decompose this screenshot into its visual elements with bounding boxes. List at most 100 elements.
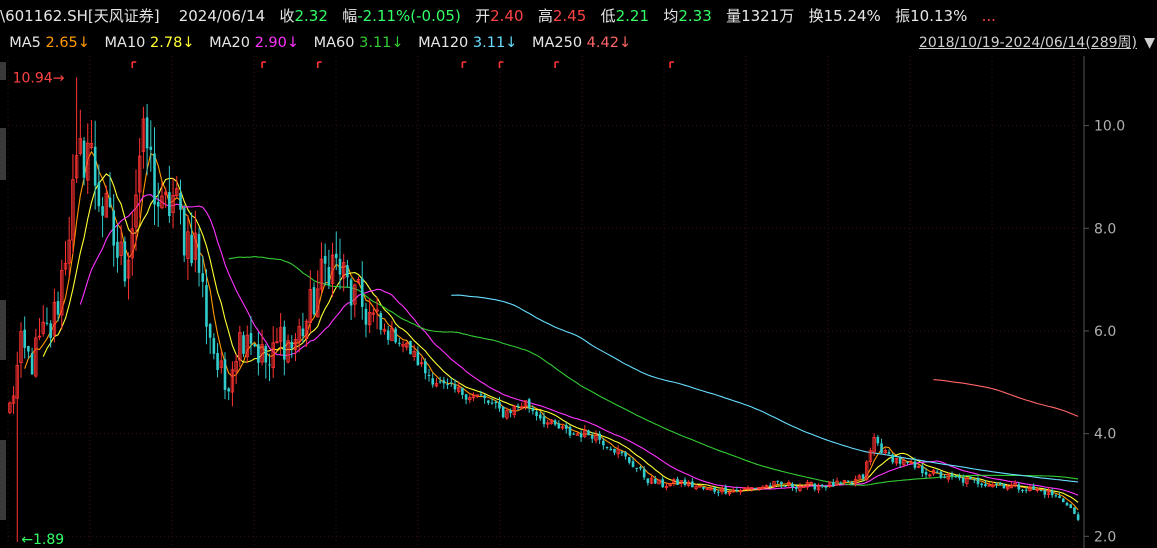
candle-body (776, 480, 779, 482)
candle-body (394, 328, 397, 343)
candle-body (813, 483, 817, 490)
ma250-value: 4.42↓ (586, 35, 632, 51)
candle-body (984, 484, 987, 487)
candle-body (208, 324, 212, 338)
candle-body (735, 489, 739, 491)
change-label: 幅 (342, 7, 358, 25)
close-label: 收 (279, 7, 295, 25)
candle-body (995, 483, 998, 485)
ma120-value: 3.11↓ (472, 35, 518, 51)
candle-body (850, 481, 854, 483)
candle-body (972, 479, 976, 481)
candle-body (620, 451, 624, 454)
y-tick-label: 10.0 (1094, 119, 1125, 135)
candle-body (1058, 496, 1061, 498)
candle-body (386, 330, 390, 340)
candle-body (190, 234, 193, 264)
candle-body (49, 323, 52, 338)
candle-body (182, 208, 186, 256)
candle-body (453, 384, 457, 390)
candle-body (168, 192, 171, 217)
candle-body (516, 405, 520, 407)
candle-body (531, 408, 535, 412)
candle-body (483, 395, 486, 399)
candle-body (542, 416, 546, 425)
candle-body (587, 430, 590, 436)
y-tick-label: 2.0 (1094, 529, 1116, 545)
candle-body (1076, 514, 1080, 520)
candle-body (56, 301, 60, 315)
candle-body (1043, 490, 1047, 495)
candle-body (1021, 489, 1024, 491)
event-flag-mark[interactable] (261, 61, 267, 68)
candle-body (820, 484, 824, 487)
candle-body (349, 279, 353, 306)
candle-body (464, 394, 468, 400)
event-flag-mark[interactable] (669, 61, 675, 68)
candle-body (891, 454, 894, 463)
candle-body (216, 353, 219, 371)
candle-body (980, 483, 984, 486)
candle-body (1069, 504, 1073, 509)
candle-body (572, 433, 575, 435)
candle-body (661, 479, 664, 488)
candle-body (268, 364, 271, 366)
candle-body (1024, 489, 1028, 491)
candle-body (108, 197, 112, 207)
candle-body (123, 241, 127, 282)
open-value: 2.40 (490, 7, 524, 25)
candle-body (961, 477, 965, 483)
candle-body (724, 487, 728, 494)
candle-body (112, 210, 116, 246)
candle-body (242, 335, 245, 354)
price-axis: 10.0 8.0 6.0 4.0 2.0 (1083, 56, 1125, 548)
ma5-legend: MA5 2.65↓ (9, 35, 90, 51)
candlestick-chart[interactable]: 10.0 8.0 6.0 4.0 2.0 10.94→ ←1.89 (0, 56, 1157, 548)
candle-body (1002, 483, 1006, 489)
candle-body (535, 411, 538, 416)
candle-body (924, 471, 928, 475)
chevron-down-icon[interactable]: ▼ (1144, 31, 1155, 55)
candle-body (579, 433, 583, 438)
candle-body (379, 313, 383, 330)
candle-body (23, 329, 26, 348)
avg-value: 2.33 (678, 7, 712, 25)
quote-date: 2024/06/14 (178, 7, 266, 25)
candle-body (717, 491, 720, 493)
candle-body (1032, 486, 1035, 490)
candle-body (646, 478, 650, 484)
candle-body (45, 322, 49, 324)
date-range-selector[interactable]: 2018/10/19-2024/06/14(289周) (919, 31, 1137, 55)
event-flag-mark[interactable] (461, 61, 467, 68)
candle-body (880, 443, 883, 453)
event-flag-mark[interactable] (131, 61, 137, 68)
candle-body (605, 446, 609, 448)
candle-body (683, 479, 687, 486)
candle-body (398, 342, 401, 344)
candle-body (613, 448, 616, 453)
ma60-value: 3.11↓ (359, 35, 404, 51)
ma120-legend: MA120 3.11↓ (418, 35, 517, 51)
candle-body (145, 117, 149, 149)
turnover-value: 15.24% (823, 7, 881, 25)
event-flag-mark[interactable] (554, 61, 560, 68)
candle-body (939, 471, 943, 478)
y-tick-label: 8.0 (1094, 221, 1116, 237)
candle-body (116, 241, 119, 258)
stock-code-name[interactable]: 601162.SH[天风证券] (5, 7, 160, 25)
candle-body (197, 233, 201, 273)
candle-body (976, 478, 980, 485)
candle-body (557, 423, 561, 429)
change-value: -2.11%(-0.05) (357, 7, 461, 25)
event-flag-mark[interactable] (316, 61, 322, 68)
open-label: 开 (475, 7, 491, 25)
candle-body (227, 388, 231, 392)
candle-body (442, 380, 446, 384)
candle-body (431, 378, 435, 385)
event-flag-mark[interactable] (498, 61, 504, 68)
ma250-legend: MA250 4.42↓ (532, 35, 631, 51)
candle-body (691, 481, 694, 488)
more-indicator[interactable]: ... (982, 7, 996, 25)
candle-body (754, 487, 757, 489)
candle-body (653, 479, 657, 484)
